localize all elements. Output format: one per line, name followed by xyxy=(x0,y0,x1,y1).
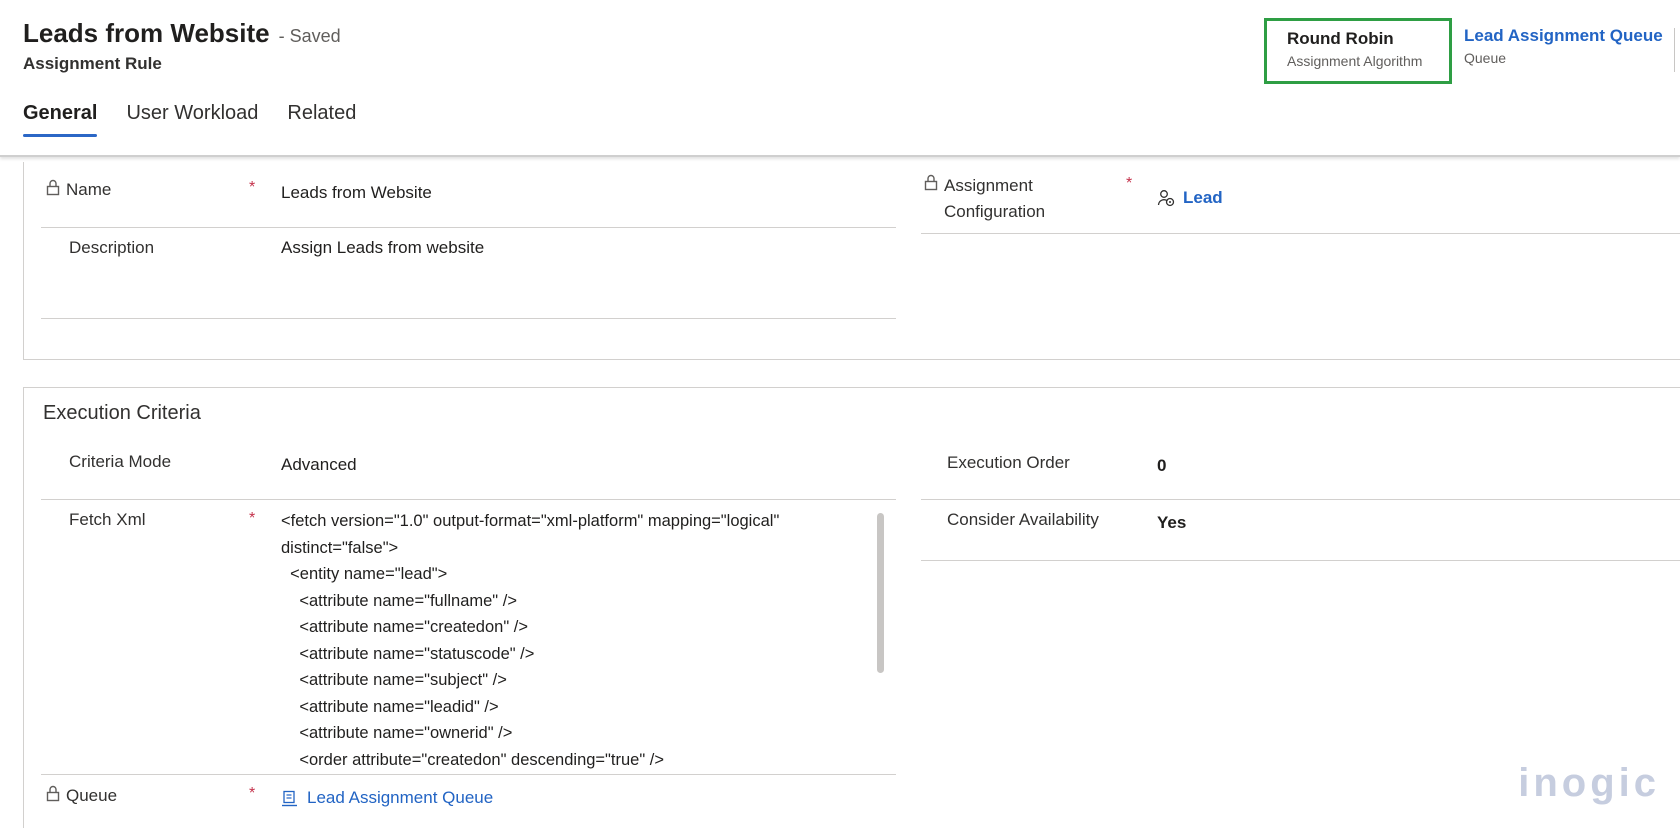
execution-order-label: Execution Order xyxy=(947,453,1070,472)
tab-list: General User Workload Related xyxy=(23,102,385,137)
required-marker: * xyxy=(249,785,256,802)
execution-criteria-section: Execution Criteria Criteria Mode Advance… xyxy=(23,387,1680,828)
required-marker: * xyxy=(249,179,256,196)
description-label: Description xyxy=(69,238,155,257)
tab-related[interactable]: Related xyxy=(287,102,356,137)
header-divider xyxy=(1674,28,1675,72)
header-field-queue: Lead Assignment Queue Queue xyxy=(1444,18,1676,84)
queue-icon xyxy=(281,790,298,807)
criteria-mode-value[interactable]: Advanced xyxy=(281,455,357,475)
watermark-logo: inogic xyxy=(1518,761,1660,805)
divider xyxy=(921,233,1680,234)
consider-availability-label: Consider Availability xyxy=(947,510,1099,529)
required-marker: * xyxy=(249,510,256,527)
name-label-text: Name xyxy=(66,180,112,199)
lock-icon xyxy=(46,179,60,201)
assignment-config-label: Assignment Configuration xyxy=(924,173,1045,225)
tab-user-workload[interactable]: User Workload xyxy=(126,102,258,137)
assignment-config-label-line2: Configuration xyxy=(944,202,1046,221)
assignment-config-label-text: Assignment Configuration xyxy=(944,173,1045,225)
criteria-mode-label: Criteria Mode xyxy=(69,452,172,471)
divider xyxy=(921,499,1680,500)
queue-link[interactable]: Lead Assignment Queue xyxy=(307,788,493,808)
general-section: Name * Leads from Website Description As… xyxy=(23,162,1680,360)
header-queue-link[interactable]: Lead Assignment Queue xyxy=(1464,26,1663,46)
assignment-config-lookup[interactable]: Lead xyxy=(1157,188,1223,208)
record-title: Leads from Website xyxy=(23,18,270,48)
section-title: Execution Criteria xyxy=(43,402,201,424)
queue-label: Queue xyxy=(46,785,117,807)
execution-order-value[interactable]: 0 xyxy=(1157,456,1166,476)
lead-entity-icon xyxy=(1157,189,1175,207)
assignment-config-link[interactable]: Lead xyxy=(1183,188,1223,208)
queue-lookup[interactable]: Lead Assignment Queue xyxy=(281,788,493,808)
fetch-xml-scrollbar[interactable] xyxy=(877,513,884,673)
lock-icon xyxy=(924,174,938,196)
fetch-xml-editor[interactable]: <fetch version="1.0" output-format="xml-… xyxy=(281,508,831,773)
header-field-assignment-algorithm[interactable]: Round Robin Assignment Algorithm xyxy=(1264,18,1452,84)
divider xyxy=(41,227,896,228)
record-header: Leads from Website - Saved Assignment Ru… xyxy=(0,0,1680,157)
divider xyxy=(41,774,896,775)
name-value[interactable]: Leads from Website xyxy=(281,183,432,203)
divider xyxy=(41,499,896,500)
queue-label-text: Queue xyxy=(66,786,118,805)
lock-icon xyxy=(46,785,60,807)
title-row: Leads from Website - Saved xyxy=(23,18,341,49)
divider xyxy=(41,318,896,319)
description-value[interactable]: Assign Leads from website xyxy=(281,238,484,258)
name-label: Name xyxy=(46,179,111,201)
tab-general[interactable]: General xyxy=(23,102,98,137)
save-status: - Saved xyxy=(278,26,341,46)
assignment-algorithm-label: Assignment Algorithm xyxy=(1287,53,1423,69)
fetch-xml-label: Fetch Xml xyxy=(69,510,146,529)
header-queue-label: Queue xyxy=(1464,50,1507,66)
entity-name: Assignment Rule xyxy=(23,54,162,73)
divider xyxy=(921,560,1680,561)
assignment-config-label-line1: Assignment xyxy=(944,176,1033,195)
required-marker: * xyxy=(1126,175,1133,192)
assignment-algorithm-value: Round Robin xyxy=(1287,29,1394,48)
consider-availability-value[interactable]: Yes xyxy=(1157,513,1186,533)
